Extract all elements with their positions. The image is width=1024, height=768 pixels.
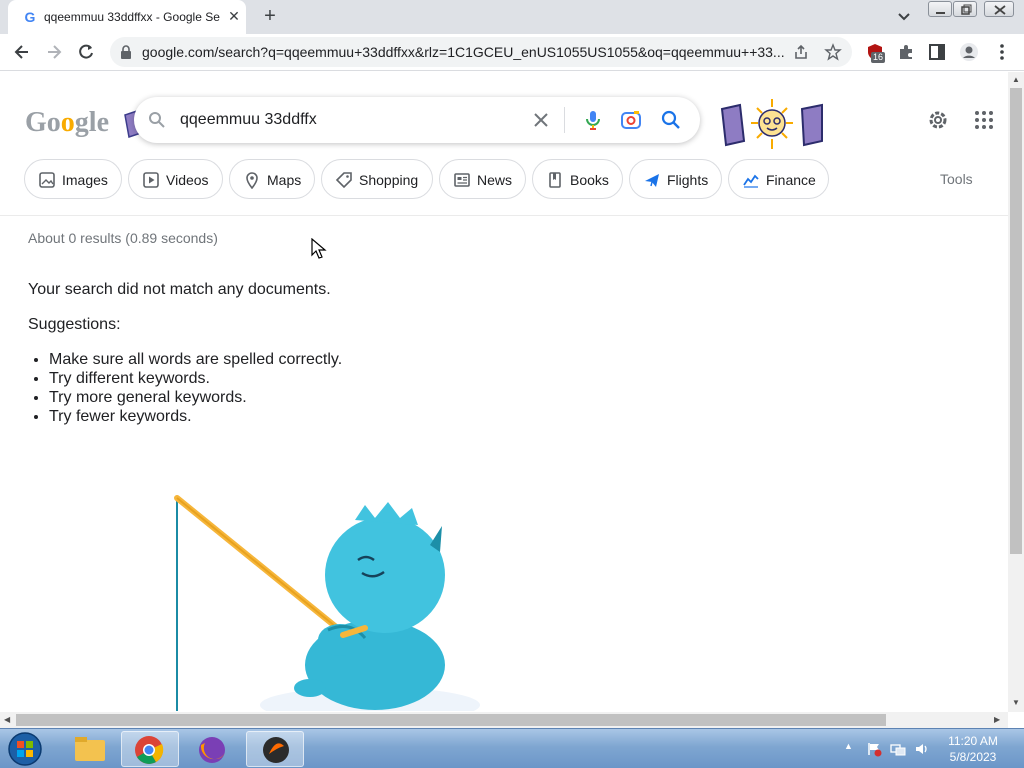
- mouse-cursor-icon: [311, 238, 327, 259]
- search-query-text[interactable]: qqeemmuu 33ddffx: [180, 111, 317, 129]
- clock-time: 11:20 AM: [948, 734, 998, 748]
- settings-gear-icon[interactable]: [926, 108, 950, 132]
- tag-icon: [335, 172, 352, 189]
- horizontal-scrollbar[interactable]: ◀ ▶: [0, 712, 1008, 728]
- address-bar[interactable]: google.com/search?q=qqeemmuu+33ddffxx&rl…: [110, 37, 852, 67]
- chip-label: Videos: [166, 172, 209, 188]
- browser-menu-icon[interactable]: [992, 42, 1012, 62]
- browser-tab[interactable]: G qqeemmuu 33ddffxx - Google Se ✕: [8, 0, 246, 34]
- action-center-flag-icon[interactable]: [866, 741, 882, 757]
- vertical-scrollbar[interactable]: ▲ ▼: [1008, 72, 1024, 712]
- clear-search-icon[interactable]: [531, 110, 551, 130]
- map-pin-icon: [246, 172, 258, 189]
- taskbar-chrome[interactable]: [121, 731, 179, 767]
- tab-close-icon[interactable]: ✕: [226, 8, 242, 24]
- chart-icon: [743, 174, 759, 188]
- windows-taskbar: ▲ 11:20 AM 5/8/2023: [0, 728, 1024, 768]
- taskbar-app-active[interactable]: [246, 731, 304, 767]
- suggestions-list: Make sure all words are spelled correctl…: [49, 350, 342, 426]
- suggestion-item: Make sure all words are spelled correctl…: [49, 350, 342, 369]
- app-logo-icon: [263, 737, 289, 763]
- fishing-monster-illustration: [174, 495, 480, 711]
- search-icon: [149, 112, 165, 128]
- plane-icon: [645, 174, 659, 187]
- forward-arrow-icon[interactable]: [44, 42, 64, 62]
- window-close-button[interactable]: [984, 1, 1014, 17]
- window-minimize-button[interactable]: [928, 1, 952, 17]
- chip-flights[interactable]: Flights: [629, 159, 722, 199]
- search-divider: [564, 107, 565, 133]
- tools-button[interactable]: Tools: [940, 171, 973, 187]
- reload-icon[interactable]: [76, 42, 96, 62]
- chip-videos[interactable]: Videos: [128, 159, 223, 199]
- google-apps-grid-icon[interactable]: [973, 109, 995, 131]
- search-submit-icon[interactable]: [660, 109, 682, 131]
- tab-title: qqeemmuu 33ddffxx - Google Se: [44, 10, 220, 24]
- show-hidden-icons-arrow-icon[interactable]: ▲: [844, 741, 860, 757]
- chip-label: News: [477, 172, 513, 188]
- window-restore-button[interactable]: [953, 1, 977, 17]
- chip-label: Shopping: [359, 172, 419, 188]
- video-icon: [143, 172, 159, 188]
- scroll-left-arrow-icon[interactable]: ◀: [4, 715, 10, 724]
- google-favicon-icon: G: [24, 9, 36, 25]
- google-doodle-logo[interactable]: Google: [25, 103, 145, 143]
- horizontal-scroll-thumb[interactable]: [16, 714, 886, 726]
- lock-icon[interactable]: [120, 45, 132, 59]
- chrome-icon: [135, 736, 164, 764]
- folder-icon: [75, 737, 105, 761]
- chip-label: Maps: [267, 172, 302, 188]
- windows-start-button[interactable]: [6, 731, 44, 767]
- profile-avatar-icon[interactable]: [959, 42, 979, 62]
- share-icon[interactable]: [792, 43, 810, 61]
- result-stats: About 0 results (0.89 seconds): [28, 230, 218, 246]
- scroll-down-arrow-icon[interactable]: ▼: [1012, 698, 1020, 707]
- doodle-illustration[interactable]: [718, 97, 826, 151]
- header-divider: [0, 215, 1008, 216]
- chip-label: Flights: [667, 172, 709, 188]
- chip-label: Books: [570, 172, 609, 188]
- book-icon: [549, 172, 561, 188]
- suggestion-item: Try more general keywords.: [49, 388, 342, 407]
- tab-search-chevron-icon[interactable]: [895, 8, 913, 26]
- scroll-up-arrow-icon[interactable]: ▲: [1012, 75, 1020, 84]
- news-icon: [454, 173, 470, 187]
- chip-maps[interactable]: Maps: [229, 159, 315, 199]
- chip-images[interactable]: Images: [24, 159, 122, 199]
- chip-label: Finance: [766, 172, 816, 188]
- back-arrow-icon[interactable]: [12, 42, 32, 62]
- volume-speaker-icon[interactable]: [914, 741, 930, 757]
- clock-date: 5/8/2023: [949, 750, 997, 764]
- bookmark-star-icon[interactable]: [824, 43, 842, 61]
- svg-text:Google: Google: [25, 107, 109, 138]
- url-text[interactable]: google.com/search?q=qqeemmuu+33ddffxx&rl…: [142, 44, 792, 60]
- suggestions-heading: Suggestions:: [28, 316, 121, 333]
- scroll-right-arrow-icon[interactable]: ▶: [994, 715, 1000, 724]
- vertical-scroll-thumb[interactable]: [1010, 88, 1022, 554]
- new-tab-button[interactable]: +: [260, 6, 280, 26]
- chip-books[interactable]: Books: [532, 159, 623, 199]
- tab-bar: G qqeemmuu 33ddffxx - Google Se ✕ +: [0, 0, 1024, 34]
- taskbar-file-explorer[interactable]: [60, 731, 118, 767]
- voice-search-mic-icon[interactable]: [582, 109, 604, 131]
- chip-label: Images: [62, 172, 108, 188]
- extensions-puzzle-icon[interactable]: [896, 42, 916, 62]
- firefox-icon: [199, 737, 225, 763]
- suggestion-item: Try different keywords.: [49, 369, 342, 388]
- suggestion-item: Try fewer keywords.: [49, 407, 342, 426]
- image-icon: [39, 172, 55, 188]
- side-panel-icon[interactable]: [927, 42, 947, 62]
- search-box[interactable]: qqeemmuu 33ddffx: [134, 97, 700, 143]
- chip-news[interactable]: News: [439, 159, 526, 199]
- chip-shopping[interactable]: Shopping: [321, 159, 433, 199]
- no-results-message: Your search did not match any documents.: [28, 281, 331, 298]
- network-icon[interactable]: [890, 741, 906, 757]
- extension-badge: 16: [871, 52, 886, 63]
- google-lens-camera-icon[interactable]: [620, 109, 642, 131]
- taskbar-firefox[interactable]: [183, 731, 241, 767]
- system-clock[interactable]: 11:20 AM 5/8/2023: [938, 733, 1008, 765]
- chip-finance[interactable]: Finance: [728, 159, 829, 199]
